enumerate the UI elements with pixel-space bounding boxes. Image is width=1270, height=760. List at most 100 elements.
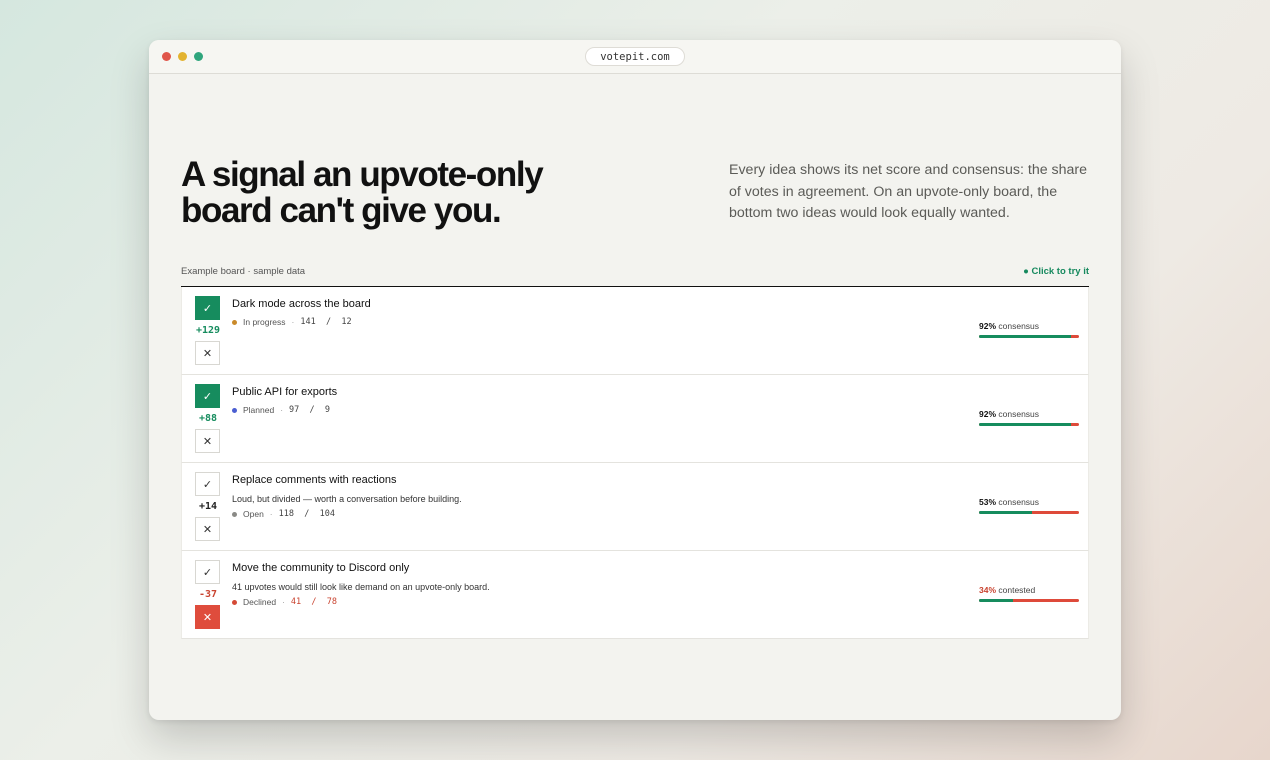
- consensus-text: 53% consensus: [979, 497, 1079, 507]
- upvote-button[interactable]: ✓: [195, 560, 220, 584]
- upvote-count: 118: [278, 509, 294, 519]
- meta-separator: ·: [282, 597, 285, 607]
- consensus-percent: 53%: [979, 497, 997, 507]
- vote-controls: ✓ +14 ✕: [195, 472, 220, 541]
- idea-row: ✓ -37 ✕ Move the community to Discord on…: [181, 551, 1089, 639]
- vote-controls: ✓ +129 ✕: [195, 296, 220, 365]
- consensus-bar-fill: [979, 335, 1071, 338]
- address-bar[interactable]: votepit.com: [585, 47, 685, 66]
- net-score: +14: [198, 501, 218, 512]
- vote-counts: 97 / 9: [289, 405, 330, 415]
- status-dot-icon: [232, 407, 237, 413]
- idea-note: 41 upvotes would still look like demand …: [232, 582, 490, 592]
- consensus-text: 92% consensus: [979, 321, 1079, 331]
- idea-title[interactable]: Move the community to Discord only: [232, 562, 409, 574]
- check-icon: ✓: [202, 302, 213, 315]
- close-window-dot-icon[interactable]: [162, 52, 171, 61]
- consensus-percent: 92%: [979, 321, 997, 331]
- net-score: -37: [198, 589, 218, 600]
- consensus-label: consensus: [998, 321, 1040, 331]
- status-label: Declined: [243, 597, 277, 607]
- meta-separator: ·: [291, 317, 295, 327]
- net-score: +129: [195, 325, 221, 336]
- headline-line-1: A signal an upvote-only: [181, 155, 544, 194]
- status-dot-icon: [232, 319, 237, 325]
- downvote-count: 104: [319, 509, 335, 519]
- downvote-count: 12: [341, 317, 352, 327]
- board-label: Example board · sample data: [181, 266, 306, 277]
- upvote-button[interactable]: ✓: [195, 472, 220, 496]
- consensus-bar-fill: [979, 599, 1013, 602]
- hero-description: Every idea shows its net score and conse…: [729, 162, 1088, 221]
- count-separator: /: [309, 405, 315, 415]
- check-icon: ✓: [202, 566, 213, 579]
- idea-meta: Open · 118 / 104: [232, 509, 335, 519]
- example-board: ✓ +129 ✕ Dark mode across the board In p…: [181, 286, 1089, 639]
- browser-window: votepit.com A signal an upvote-only boar…: [149, 40, 1121, 720]
- downvote-count: 9: [324, 405, 331, 415]
- upvote-count: 141: [300, 317, 316, 327]
- status-dot-icon: [232, 599, 237, 605]
- check-icon: ✓: [202, 478, 213, 491]
- check-icon: ✓: [202, 390, 213, 403]
- idea-title[interactable]: Dark mode across the board: [232, 298, 371, 310]
- count-separator: /: [311, 597, 317, 607]
- idea-meta: Planned · 97 / 9: [232, 405, 330, 415]
- consensus-label: consensus: [998, 409, 1040, 419]
- vote-controls: ✓ -37 ✕: [195, 560, 220, 629]
- upvote-button[interactable]: ✓: [195, 384, 220, 408]
- count-separator: /: [325, 317, 332, 327]
- consensus-indicator: 92% consensus: [979, 321, 1079, 338]
- vote-counts: 141 / 12: [300, 317, 351, 327]
- consensus-label: contested: [998, 585, 1036, 595]
- consensus-text: 34% contested: [979, 585, 1079, 595]
- vote-counts: 118 / 104: [279, 509, 335, 519]
- consensus-label: consensus: [998, 497, 1040, 507]
- meta-separator: ·: [280, 405, 284, 415]
- consensus-bar: [979, 423, 1079, 426]
- consensus-bar: [979, 511, 1079, 514]
- consensus-indicator: 53% consensus: [979, 497, 1079, 514]
- x-icon: ✕: [202, 523, 213, 536]
- vote-counts: 41 / 78: [291, 597, 337, 607]
- consensus-bar: [979, 599, 1079, 602]
- downvote-button[interactable]: ✕: [195, 429, 220, 453]
- upvote-count: 41: [290, 597, 302, 607]
- meta-separator: ·: [269, 509, 273, 519]
- consensus-bar-fill: [979, 423, 1071, 426]
- consensus-bar: [979, 335, 1079, 338]
- consensus-percent: 92%: [979, 409, 997, 419]
- downvote-button[interactable]: ✕: [195, 605, 220, 629]
- minimize-window-dot-icon[interactable]: [178, 52, 187, 61]
- downvote-count: 78: [326, 597, 338, 607]
- vote-controls: ✓ +88 ✕: [195, 384, 220, 453]
- upvote-button[interactable]: ✓: [195, 296, 220, 320]
- consensus-indicator: 34% contested: [979, 585, 1079, 602]
- consensus-text: 92% consensus: [979, 409, 1079, 419]
- idea-title[interactable]: Replace comments with reactions: [232, 474, 396, 486]
- maximize-window-dot-icon[interactable]: [194, 52, 203, 61]
- consensus-bar-fill: [979, 511, 1032, 514]
- downvote-button[interactable]: ✕: [195, 341, 220, 365]
- x-icon: ✕: [202, 347, 213, 360]
- x-icon: ✕: [202, 611, 213, 624]
- idea-row: ✓ +88 ✕ Public API for exports Planned ·…: [181, 375, 1089, 463]
- page-headline: A signal an upvote-only board can't give…: [181, 157, 621, 229]
- x-icon: ✕: [202, 435, 213, 448]
- idea-note: Loud, but divided — worth a conversation…: [232, 494, 462, 504]
- consensus-percent: 34%: [979, 585, 997, 595]
- idea-meta: Declined · 41 / 78: [232, 597, 337, 607]
- downvote-button[interactable]: ✕: [195, 517, 220, 541]
- browser-titlebar: votepit.com: [149, 40, 1121, 74]
- upvote-count: 97: [289, 405, 300, 415]
- status-label: In progress: [243, 317, 286, 327]
- click-to-try-hint: ● Click to try it: [1023, 266, 1089, 277]
- idea-title[interactable]: Public API for exports: [232, 386, 337, 398]
- status-dot-icon: [232, 511, 237, 517]
- idea-row: ✓ +14 ✕ Replace comments with reactions …: [181, 463, 1089, 551]
- idea-row: ✓ +129 ✕ Dark mode across the board In p…: [181, 287, 1089, 375]
- headline-line-2: board can't give you.: [181, 191, 502, 230]
- idea-meta: In progress · 141 / 12: [232, 317, 352, 327]
- status-label: Open: [243, 509, 264, 519]
- status-label: Planned: [243, 405, 275, 415]
